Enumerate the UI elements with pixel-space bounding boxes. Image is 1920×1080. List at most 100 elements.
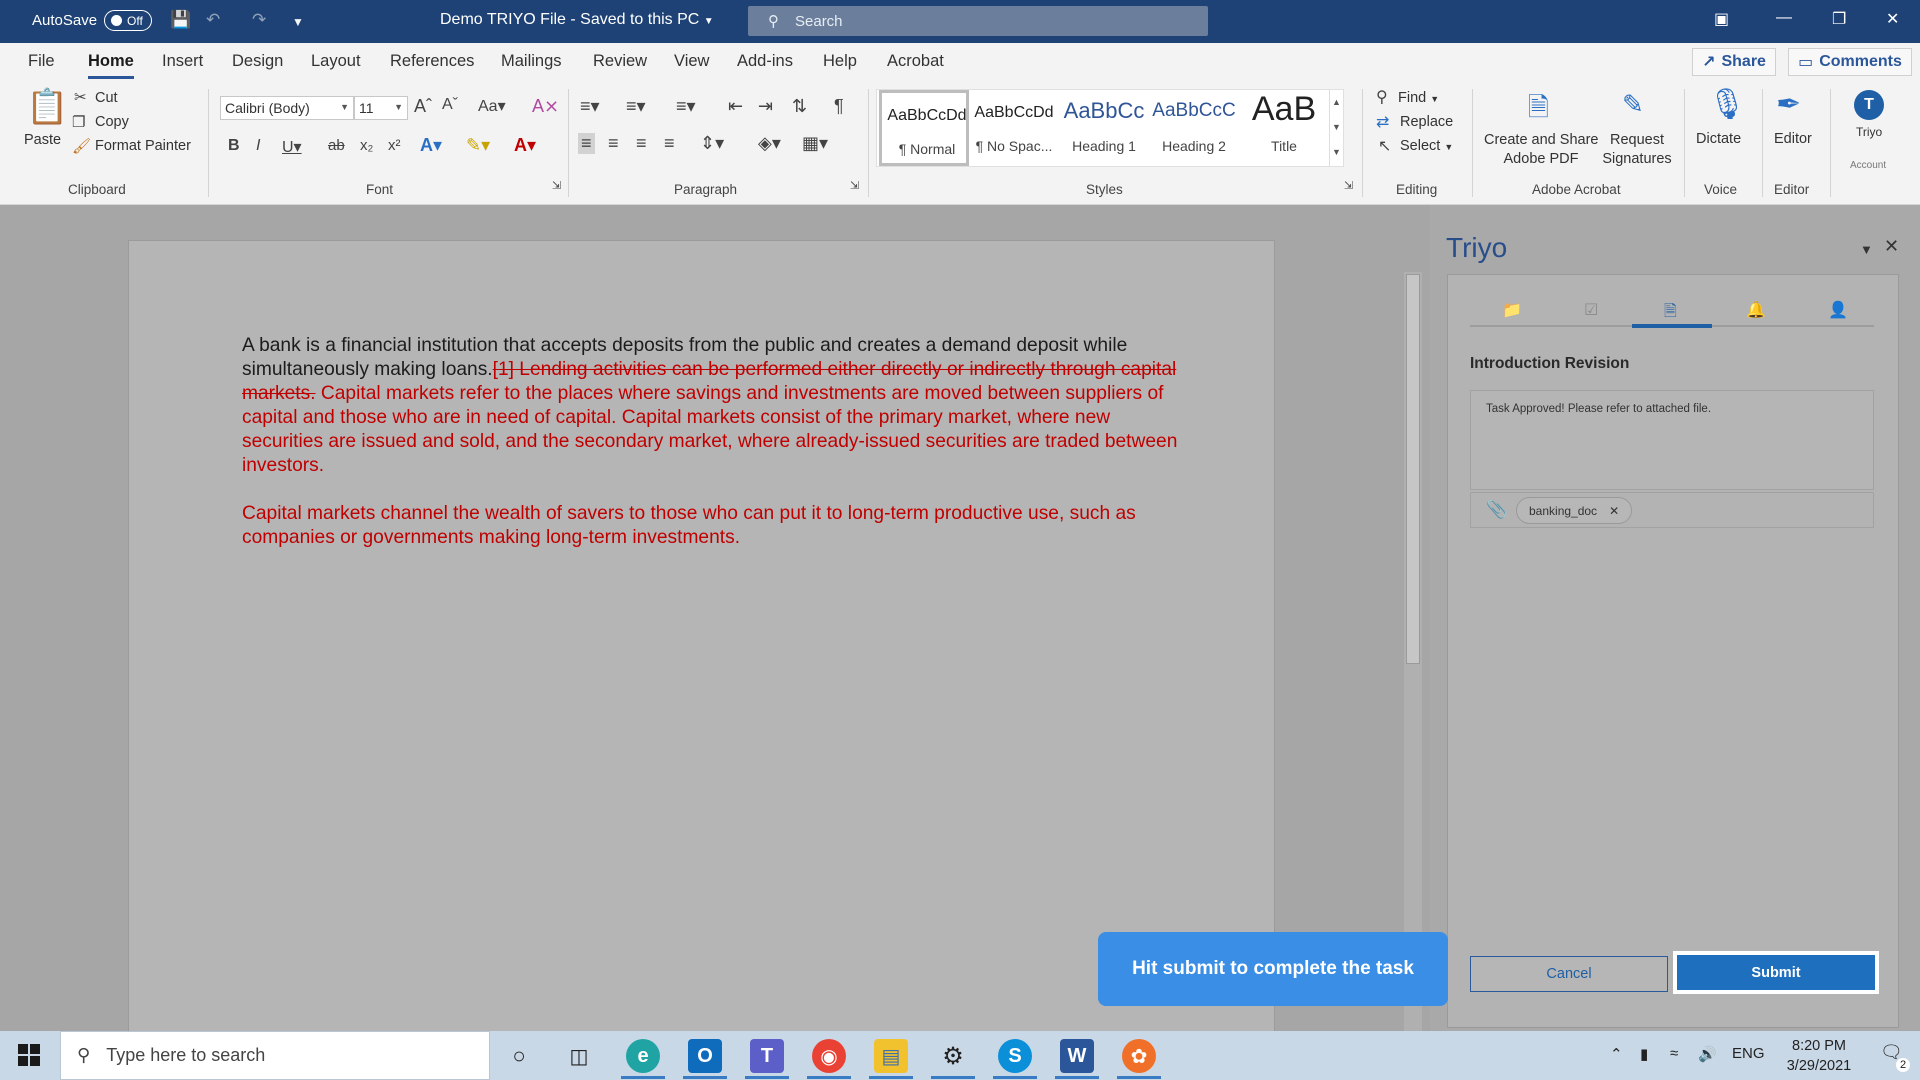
replace-button[interactable]: Replace [1400,114,1453,130]
tab-add-ins[interactable]: Add-ins [737,52,793,71]
tab-design[interactable]: Design [232,52,283,71]
align-center-icon[interactable]: ≡ [608,133,619,154]
styles-scroll[interactable]: ▲ ▼ ▼ [1329,90,1343,166]
triyo-logo-icon[interactable]: T [1854,90,1884,120]
clock[interactable]: 8:20 PM 3/29/2021 [1764,1036,1874,1076]
highlight-icon[interactable]: ✎▾ [466,135,490,156]
show-hidden-icons-icon[interactable]: ⌃ [1610,1045,1623,1063]
sort-icon[interactable]: ⇅ [792,96,807,117]
dialog-launcher-icon[interactable]: ⇲ [1344,179,1353,192]
attachment-chip[interactable]: banking_doc ✕ [1516,497,1633,524]
dictate-button[interactable]: Dictate [1696,131,1741,147]
dialog-launcher-icon[interactable]: ⇲ [850,179,859,192]
font-size-box[interactable]: 11 ▼ [354,96,408,120]
tab-view[interactable]: View [674,52,709,71]
document-scrollbar[interactable] [1404,272,1422,1032]
underline-icon[interactable]: U▾ [282,137,302,157]
volume-icon[interactable]: 🔊 [1698,1045,1717,1063]
request-signatures-button[interactable]: Request Signatures [1600,131,1674,169]
taskbar-search[interactable]: ⚲ Type here to search [60,1031,490,1080]
firefox-icon[interactable]: ✿ [1122,1039,1156,1073]
tab-references[interactable]: References [390,52,474,71]
undo-icon[interactable]: ↶ [206,10,220,30]
task-view-icon[interactable]: ◫ [562,1039,596,1073]
settings-gear-icon[interactable]: ⚙ [936,1039,970,1073]
dialog-launcher-icon[interactable]: ⇲ [552,179,561,192]
create-share-pdf-button[interactable]: Create and Share Adobe PDF [1484,131,1598,169]
paste-button[interactable]: Paste [24,132,61,148]
borders-icon[interactable]: ▦▾ [802,133,828,154]
panel-options-icon[interactable]: ▼ [1860,242,1873,257]
cortana-icon[interactable]: ○ [502,1039,536,1073]
increase-indent-icon[interactable]: ⇥ [758,96,773,117]
user-icon[interactable]: 👤 [1828,300,1848,320]
title-search-box[interactable]: ⚲ Search [748,6,1208,36]
format-painter-button[interactable]: Format Painter [95,138,191,154]
autosave-toggle[interactable]: Off [104,10,152,31]
numbering-icon[interactable]: ≡▾ [626,96,646,117]
battery-icon[interactable]: ▮ [1640,1045,1648,1063]
submit-button[interactable]: Submit [1677,955,1875,990]
bell-icon[interactable]: 🔔 [1746,300,1766,320]
tab-help[interactable]: Help [823,52,857,71]
align-left-icon[interactable]: ≡ [578,133,595,154]
style-title[interactable]: AaB Title [1239,90,1329,166]
editor-button[interactable]: Editor [1774,131,1812,147]
tab-mailings[interactable]: Mailings [501,52,562,71]
tab-home[interactable]: Home [88,52,134,79]
outlook-icon[interactable]: O [688,1039,722,1073]
align-right-icon[interactable]: ≡ [636,133,647,154]
strikethrough-icon[interactable]: ab [328,137,345,154]
copy-button[interactable]: Copy [95,114,129,130]
font-name-box[interactable]: Calibri (Body) ▼ [220,96,354,120]
clipboard-icon[interactable]: 📋 [26,87,68,127]
style-heading-1[interactable]: AaBbCc Heading 1 [1059,90,1149,166]
paperclip-icon[interactable]: 📎 [1486,500,1507,520]
bold-icon[interactable]: B [228,137,240,155]
save-icon[interactable]: 💾 [170,10,191,30]
language-indicator[interactable]: ENG [1732,1045,1765,1062]
skype-icon[interactable]: S [998,1039,1032,1073]
decrease-indent-icon[interactable]: ⇤ [728,96,743,117]
triyo-button[interactable]: Triyo [1856,125,1882,139]
bullets-icon[interactable]: ≡▾ [580,96,600,117]
italic-icon[interactable]: I [256,137,260,155]
cut-button[interactable]: Cut [95,90,118,106]
multilevel-list-icon[interactable]: ≡▾ [676,96,696,117]
change-case-icon[interactable]: Aa▾ [478,96,506,116]
restore-icon[interactable]: ❐ [1832,9,1846,29]
file-explorer-icon[interactable]: ▤ [874,1039,908,1073]
cancel-button[interactable]: Cancel [1470,956,1668,992]
share-button[interactable]: ↗ Share [1692,48,1776,76]
document-title[interactable]: Demo TRIYO File - Saved to this PC ▼ [440,11,714,29]
superscript-icon[interactable]: x² [388,137,401,154]
document-review-icon[interactable]: 🗎 [1664,300,1677,327]
text-effects-icon[interactable]: A▾ [420,135,442,156]
folder-icon[interactable]: 📁 [1502,300,1522,320]
subscript-icon[interactable]: x₂ [360,137,373,154]
clear-formatting-icon[interactable]: A⨯ [532,96,559,117]
edge-icon[interactable]: e [626,1039,660,1073]
tab-acrobat[interactable]: Acrobat [887,52,944,71]
comments-button[interactable]: ▭ Comments [1788,48,1912,76]
style-normal[interactable]: AaBbCcDd ¶ Normal [879,90,969,166]
find-button[interactable]: Find ▼ [1398,90,1439,106]
document-body[interactable]: A bank is a financial institution that a… [242,334,1182,574]
redo-icon[interactable]: ↷ [252,10,266,30]
style-heading-2[interactable]: AaBbCcC Heading 2 [1149,90,1239,166]
shrink-font-icon[interactable]: Aˇ [442,96,458,114]
tab-file[interactable]: File [28,52,55,71]
customize-qat-icon[interactable]: ▼ [292,15,304,29]
shading-icon[interactable]: ◈▾ [758,133,781,154]
windows-start-icon[interactable] [18,1044,40,1066]
panel-close-icon[interactable]: ✕ [1884,236,1899,257]
tab-layout[interactable]: Layout [311,52,361,71]
minimize-icon[interactable]: — [1776,9,1792,27]
justify-icon[interactable]: ≡ [664,133,675,154]
close-icon[interactable]: ✕ [1886,9,1899,29]
word-icon[interactable]: W [1060,1039,1094,1073]
line-spacing-icon[interactable]: ⇕▾ [700,133,724,154]
show-marks-icon[interactable]: ¶ [834,96,844,117]
remove-attachment-icon[interactable]: ✕ [1609,504,1619,518]
tasks-icon[interactable]: ☑ [1584,300,1598,320]
